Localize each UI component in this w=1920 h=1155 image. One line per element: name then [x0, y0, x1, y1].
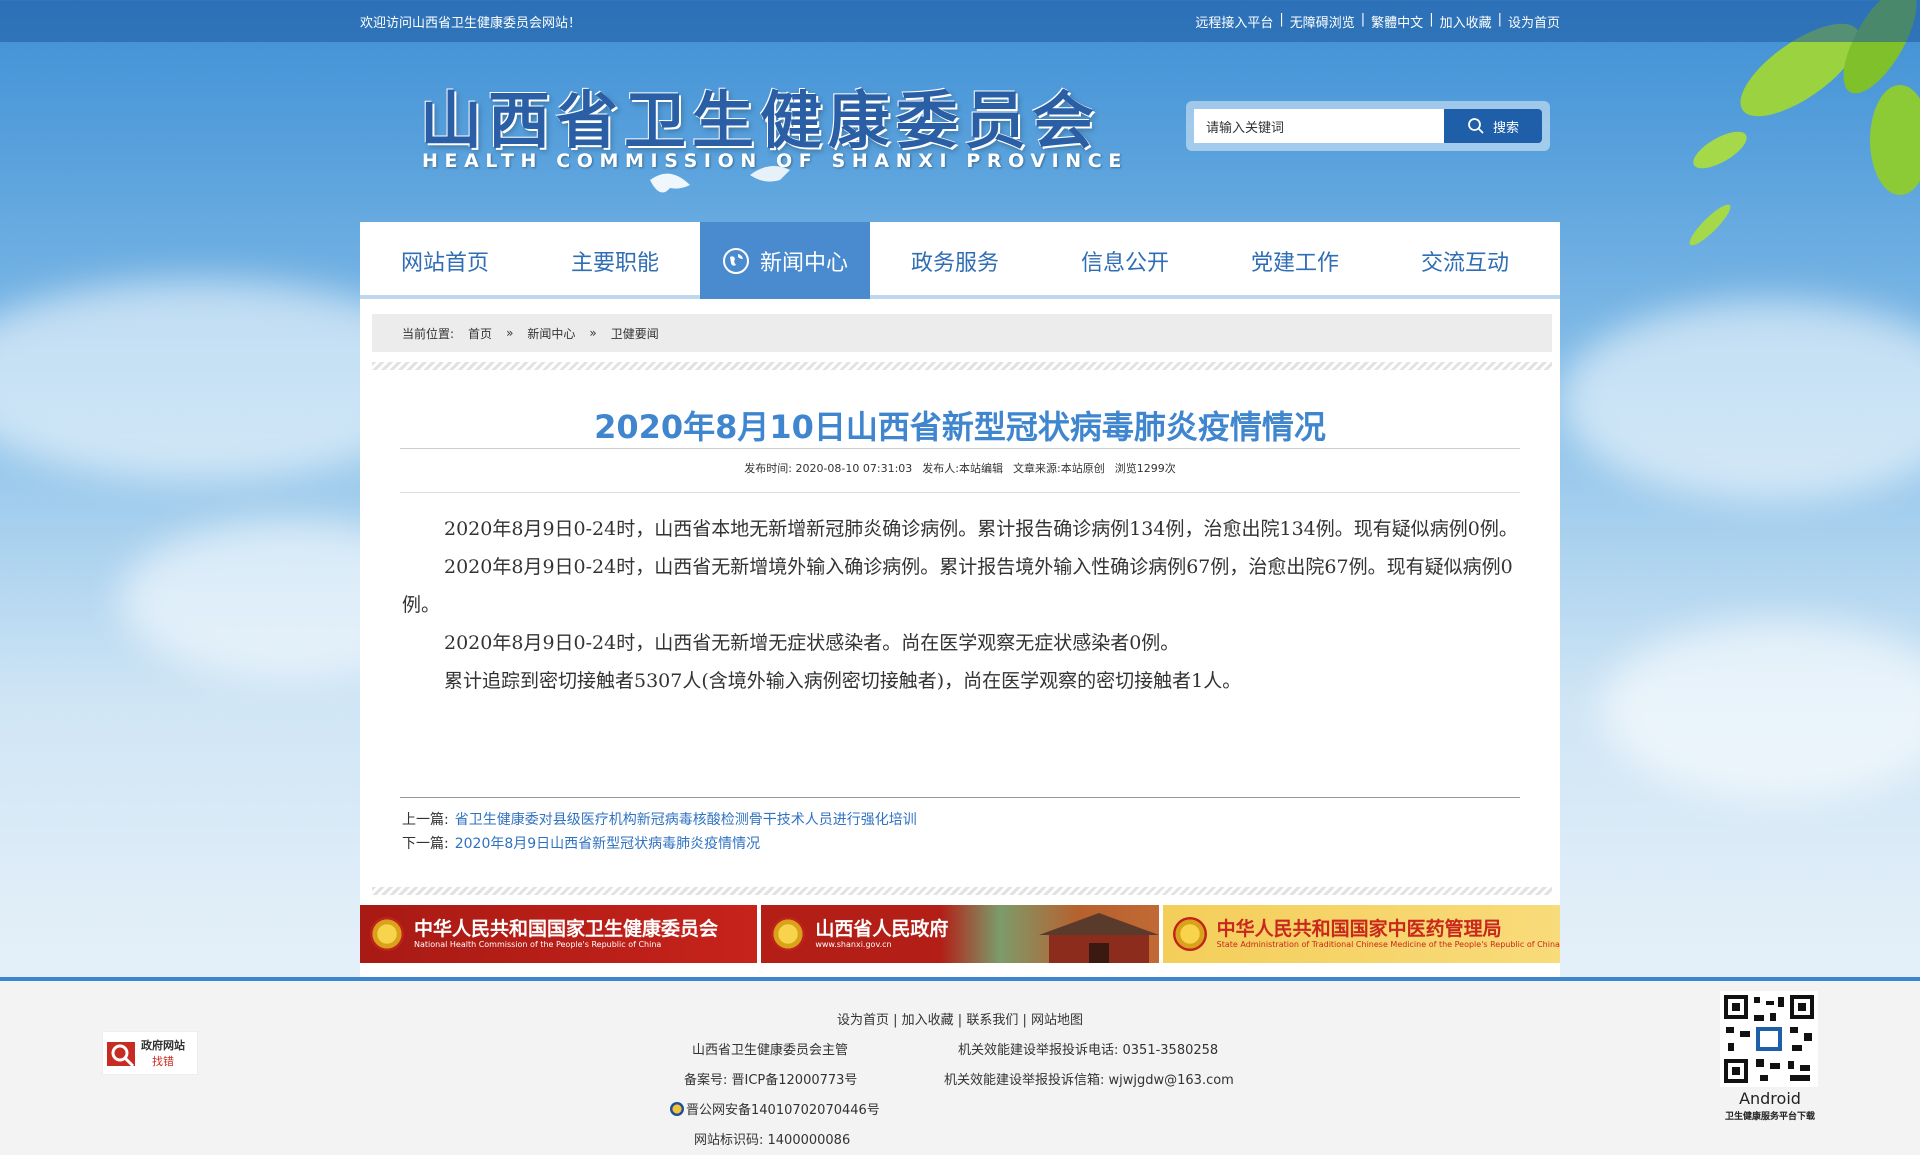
nav-item-disclosure[interactable]: 信息公开 — [1040, 222, 1210, 299]
remote-access-link[interactable]: 远程接入平台 — [1195, 12, 1273, 31]
breadcrumb-separator: » — [589, 326, 597, 340]
divider — [400, 448, 1520, 449]
main-nav: 网站首页 主要职能 新闻中心 政务服务 信息公开 党建工作 交流互动 — [360, 222, 1560, 299]
nav-item-services[interactable]: 政务服务 — [870, 222, 1040, 299]
doves-decoration — [650, 166, 790, 193]
nav-item-news[interactable]: 新闻中心 — [700, 222, 870, 299]
breadcrumb-home[interactable]: 首页 — [468, 325, 492, 342]
nav-item-party[interactable]: 党建工作 — [1210, 222, 1380, 299]
footer-sitemap[interactable]: 网站地图 — [1031, 1013, 1083, 1028]
article-paragraph: 累计追踪到密切接触者5307人(含境外输入病例密切接触者)，尚在医学观察的密切接… — [444, 670, 1242, 692]
prev-article-link[interactable]: 省卫生健康委对县级医疗机构新冠病毒核酸检测骨干技术人员进行强化培训 — [455, 812, 917, 828]
author: 本站编辑 — [959, 462, 1004, 475]
footer-police-record[interactable]: 晋公网安备14010702070446号 — [670, 1099, 880, 1118]
article-paragraph: 2020年8月9日0-24时，山西省无新增无症状感染者。尚在医学观察无症状感染者… — [444, 632, 1180, 654]
banner-shanxi-gov[interactable]: 山西省人民政府 www.shanxi.gov.cn — [761, 905, 1159, 963]
national-emblem-icon — [370, 917, 404, 951]
main-content: 网站首页 主要职能 新闻中心 政务服务 信息公开 党建工作 交流互动 当前位置:… — [360, 222, 1560, 977]
national-emblem-icon — [1172, 917, 1207, 951]
cloud-decoration — [1560, 300, 1920, 500]
footer-site-id: 网站标识码: 1400000086 — [694, 1133, 851, 1148]
qr-code-icon[interactable] — [1720, 991, 1818, 1087]
magnifier-icon — [107, 1042, 135, 1068]
qr-caption-android: Android — [1739, 1089, 1801, 1108]
police-badge-icon — [670, 1102, 684, 1116]
banner-nhc[interactable]: 中华人民共和国国家卫生健康委员会 National Health Commiss… — [360, 905, 758, 963]
divider — [372, 362, 1552, 370]
divider — [400, 797, 1520, 798]
site-logo-title[interactable]: 山西省卫生健康委员会 — [420, 70, 1100, 160]
banner-tcm[interactable]: 中华人民共和国国家中医药管理局 State Administration of … — [1162, 905, 1560, 963]
footer-sponsor: 山西省卫生健康委员会主管 — [692, 1043, 849, 1058]
welcome-text: 欢迎访问山西省卫生健康委员会网站！ — [360, 16, 582, 31]
search-input[interactable] — [1194, 109, 1444, 143]
breadcrumb-separator: » — [506, 326, 514, 340]
breadcrumb-news[interactable]: 新闻中心 — [527, 325, 575, 342]
footer: 政府网站 找错 设为首页 | 加入收藏 | 联系我们 | 网站地图 山西省卫生健… — [0, 977, 1920, 1155]
qr-caption-download: 卫生健康服务平台下载 — [1724, 1112, 1815, 1122]
footer-links: 设为首页 | 加入收藏 | 联系我们 | 网站地图 — [836, 1013, 1084, 1028]
article-paragraph: 2020年8月9日0-24时，山西省无新增境外输入确诊病例。累计报告境外输入性确… — [402, 556, 1513, 616]
national-emblem-icon — [771, 917, 806, 951]
nav-item-home[interactable]: 网站首页 — [360, 222, 530, 299]
search-icon — [1468, 118, 1484, 134]
globe-icon — [722, 247, 749, 274]
view-count: 浏览1299次 — [1114, 462, 1176, 475]
publish-time: 2020-08-10 07:31:03 — [795, 462, 913, 475]
search-button[interactable]: 搜索 — [1444, 109, 1542, 143]
next-label: 下一篇: — [402, 836, 449, 852]
source: 本站原创 — [1060, 462, 1105, 475]
traditional-chinese-link[interactable]: 繁體中文 — [1371, 12, 1423, 31]
top-links: 远程接入平台 | 无障碍浏览 | 繁體中文 | 加入收藏 | 设为首页 — [1195, 12, 1560, 31]
add-favorite-link[interactable]: 加入收藏 — [1440, 12, 1492, 31]
partner-banners: 中华人民共和国国家卫生健康委员会 National Health Commiss… — [360, 905, 1560, 963]
article-paragraph: 2020年8月9日0-24时，山西省本地无新增新冠肺炎确诊病例。累计报告确诊病例… — [444, 518, 1518, 540]
article-title: 2020年8月10日山西省新型冠状病毒肺炎疫情情况 — [594, 408, 1326, 446]
building-icon — [1038, 913, 1159, 963]
breadcrumb: 当前位置: 首页 » 新闻中心 » 卫健要闻 — [372, 314, 1552, 352]
breadcrumb-current[interactable]: 卫健要闻 — [611, 325, 659, 342]
gov-error-report-badge[interactable]: 政府网站 找错 — [102, 1031, 198, 1075]
cloud-decoration — [1600, 620, 1920, 800]
next-article-link[interactable]: 2020年8月9日山西省新型冠状病毒肺炎疫情情况 — [455, 836, 760, 852]
nav-item-functions[interactable]: 主要职能 — [530, 222, 700, 299]
footer-add-favorite[interactable]: 加入收藏 — [902, 1013, 954, 1028]
article-navigation: 上一篇: 省卫生健康委对县级医疗机构新冠病毒核酸检测骨干技术人员进行强化培训 下一… — [402, 808, 917, 856]
set-homepage-link[interactable]: 设为首页 — [1508, 12, 1560, 31]
divider — [372, 887, 1552, 895]
footer-complaint-phone: 机关效能建设举报投诉电话: 0351-3580258 — [958, 1043, 1219, 1058]
footer-icp[interactable]: 备案号: 晋ICP备12000773号 — [684, 1069, 857, 1088]
article-meta: 发布时间: 2020-08-10 07:31:03 发布人:本站编辑 文章来源:… — [744, 462, 1176, 475]
top-bar: 欢迎访问山西省卫生健康委员会网站！ 远程接入平台 | 无障碍浏览 | 繁體中文 | 加… — [0, 0, 1920, 42]
prev-label: 上一篇: — [402, 812, 449, 828]
article-body: 2020年8月9日0-24时，山西省本地无新增新冠肺炎确诊病例。累计报告确诊病例… — [402, 510, 1520, 700]
search-button-label: 搜索 — [1492, 120, 1519, 136]
footer-set-homepage[interactable]: 设为首页 — [837, 1013, 889, 1028]
breadcrumb-prefix: 当前位置: — [402, 326, 455, 341]
accessibility-link[interactable]: 无障碍浏览 — [1290, 12, 1355, 31]
nav-item-interaction[interactable]: 交流互动 — [1380, 222, 1550, 299]
divider — [400, 492, 1520, 493]
search-box: 搜索 — [1186, 101, 1550, 151]
footer-contact[interactable]: 联系我们 — [966, 1013, 1018, 1028]
footer-complaint-email: 机关效能建设举报投诉信箱: wjwjgdw@163.com — [944, 1073, 1234, 1088]
